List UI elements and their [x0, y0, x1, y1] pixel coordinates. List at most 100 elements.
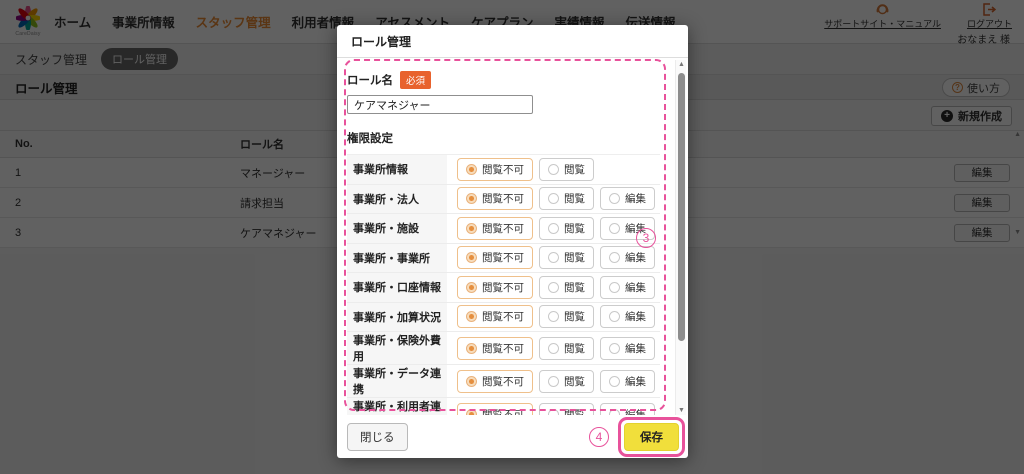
permission-options: 閲覧不可 閲覧編集 [447, 185, 660, 214]
radio-icon [466, 282, 477, 293]
modal-title: ロール管理 [337, 25, 688, 58]
permission-row: 事業所・事業所 閲覧不可 閲覧 編集 [347, 244, 660, 274]
radio-icon [466, 193, 477, 204]
permission-options: 閲覧不可 閲覧 [447, 155, 660, 184]
scrollbar-thumb[interactable] [678, 73, 685, 341]
radio-icon [548, 164, 559, 175]
radio-option-label: 閲覧不可 [482, 162, 524, 177]
radio-option-label: 編集 [625, 309, 646, 324]
radio-option[interactable]: 閲覧不可 [457, 337, 533, 360]
modal-scrollbar[interactable]: ▲ ▼ [675, 60, 686, 415]
radio-option[interactable]: 編集 [600, 337, 655, 360]
permission-label: 事業所・保険外費用 [347, 332, 447, 364]
radio-option[interactable]: 閲覧 [539, 403, 594, 416]
permission-options: 閲覧不可 閲覧編集 [447, 398, 660, 415]
radio-option-label: 閲覧不可 [482, 250, 524, 265]
radio-option[interactable]: 編集 [600, 276, 655, 299]
radio-option[interactable]: 閲覧不可 [457, 403, 533, 416]
annotation-step-4: 4 [589, 427, 609, 447]
permission-label: 事業所・データ連携 [347, 365, 447, 397]
radio-option-label: 編集 [625, 374, 646, 389]
radio-option-label: 閲覧 [564, 191, 585, 206]
permission-options: 閲覧不可 閲覧 編集 [447, 365, 660, 397]
radio-option-label: 閲覧不可 [482, 374, 524, 389]
close-button[interactable]: 閉じる [347, 423, 408, 451]
radio-option[interactable]: 閲覧 [539, 305, 594, 328]
radio-option-label: 編集 [625, 250, 646, 265]
permission-row: 事業所・データ連携 閲覧不可 閲覧 編集 [347, 365, 660, 398]
radio-option[interactable]: 閲覧不可 [457, 276, 533, 299]
radio-icon [548, 343, 559, 354]
radio-icon [609, 311, 620, 322]
radio-option[interactable]: 閲覧 [539, 370, 594, 393]
radio-option-label: 閲覧不可 [482, 341, 524, 356]
permission-options: 閲覧不可 閲覧 編集 [447, 303, 660, 332]
role-name-label: ロール名 [347, 72, 393, 88]
radio-option-label: 編集 [625, 341, 646, 356]
radio-option[interactable]: 閲覧不可 [457, 217, 533, 240]
scroll-up-icon[interactable]: ▲ [676, 61, 687, 68]
scroll-down-icon[interactable]: ▼ [676, 407, 687, 414]
permissions-table: 事業所情報閲覧不可閲覧事業所・法人閲覧不可閲覧編集事業所・施設閲覧不可閲覧編集事… [347, 154, 660, 415]
annotation-save-highlight: 保存 [618, 417, 685, 457]
radio-option[interactable]: 編集 [600, 370, 655, 393]
radio-option[interactable]: 閲覧 [539, 246, 594, 269]
radio-option-label: 閲覧不可 [482, 191, 524, 206]
modal-footer: 閉じる 4 保存 [337, 415, 688, 458]
permission-row: 事業所・保険外費用 閲覧不可 閲覧 編集 [347, 332, 660, 365]
radio-icon [609, 223, 620, 234]
radio-icon [609, 282, 620, 293]
radio-option[interactable]: 閲覧 [539, 276, 594, 299]
permission-label: 事業所・利用者連携 [347, 398, 447, 415]
radio-option[interactable]: 編集 [600, 187, 655, 210]
radio-option[interactable]: 閲覧 [539, 337, 594, 360]
radio-option[interactable]: 閲覧 [539, 158, 594, 181]
permission-row: 事業所・加算状況閲覧不可閲覧編集 [347, 303, 660, 333]
radio-option[interactable]: 閲覧不可 [457, 246, 533, 269]
radio-option-label: 閲覧 [564, 374, 585, 389]
permission-options: 閲覧不可閲覧編集 [447, 214, 660, 243]
permission-row: 事業所・施設閲覧不可閲覧編集 [347, 214, 660, 244]
radio-option[interactable]: 閲覧不可 [457, 158, 533, 181]
radio-option-label: 編集 [625, 280, 646, 295]
radio-option-label: 閲覧 [564, 280, 585, 295]
radio-option[interactable]: 閲覧不可 [457, 370, 533, 393]
permission-row: 事業所・口座情報 閲覧不可 閲覧 編集 [347, 273, 660, 303]
save-button[interactable]: 保存 [624, 423, 679, 451]
radio-option[interactable]: 編集 [600, 403, 655, 416]
required-badge: 必須 [400, 71, 431, 89]
radio-icon [548, 193, 559, 204]
radio-icon [466, 311, 477, 322]
radio-option-label: 閲覧 [564, 309, 585, 324]
radio-option-label: 閲覧 [564, 250, 585, 265]
permission-label: 事業所・施設 [347, 214, 447, 243]
radio-option[interactable]: 閲覧不可 [457, 187, 533, 210]
radio-icon [466, 343, 477, 354]
radio-option[interactable]: 編集 [600, 305, 655, 328]
radio-icon [548, 311, 559, 322]
radio-option-label: 閲覧 [564, 341, 585, 356]
radio-option[interactable]: 閲覧 [539, 217, 594, 240]
radio-option-label: 閲覧 [564, 221, 585, 236]
permission-label: 事業所・口座情報 [347, 273, 447, 302]
radio-icon [466, 164, 477, 175]
radio-option-label: 閲覧不可 [482, 221, 524, 236]
permission-row: 事業所情報閲覧不可閲覧 [347, 155, 660, 185]
radio-option-label: 閲覧不可 [482, 407, 524, 416]
radio-icon [609, 252, 620, 263]
radio-icon [548, 252, 559, 263]
permission-label: 事業所・事業所 [347, 244, 447, 273]
radio-option[interactable]: 閲覧不可 [457, 305, 533, 328]
radio-icon [466, 252, 477, 263]
radio-option[interactable]: 閲覧 [539, 187, 594, 210]
permission-row: 事業所・法人閲覧不可閲覧編集 [347, 185, 660, 215]
radio-icon [609, 376, 620, 387]
radio-option[interactable]: 編集 [600, 246, 655, 269]
radio-option-label: 閲覧 [564, 162, 585, 177]
permission-options: 閲覧不可 閲覧 編集 [447, 273, 660, 302]
radio-option-label: 閲覧不可 [482, 309, 524, 324]
radio-option-label: 閲覧不可 [482, 280, 524, 295]
radio-icon [609, 193, 620, 204]
role-name-input[interactable] [347, 95, 533, 114]
radio-icon [466, 223, 477, 234]
